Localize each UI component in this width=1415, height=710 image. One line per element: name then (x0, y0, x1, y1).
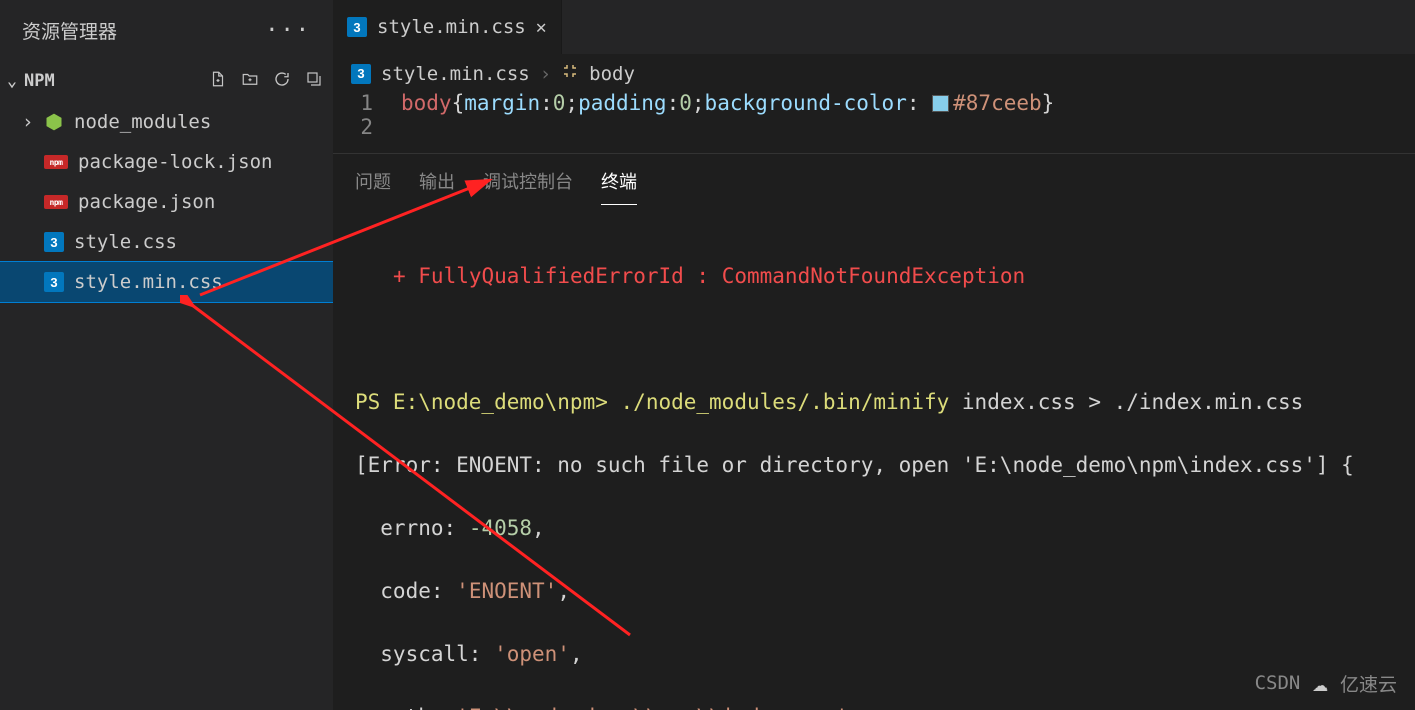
explorer-header: 资源管理器 ··· (0, 0, 333, 60)
tree-item-file-selected[interactable]: 3 style.min.css (0, 262, 333, 302)
more-icon[interactable]: ··· (265, 18, 311, 43)
watermark-text: CSDN (1255, 672, 1301, 694)
tree-item-file[interactable]: 3 style.css (0, 222, 333, 262)
watermark-alt: 亿速云 (1340, 670, 1397, 697)
css3-icon: 3 (44, 272, 64, 292)
editor-line: 1 body{margin:0;padding:0;background-col… (333, 91, 1415, 115)
css3-icon: 3 (44, 232, 64, 252)
tree-item-file[interactable]: package.json (0, 182, 333, 222)
breadcrumb[interactable]: 3 style.min.css › body (333, 54, 1415, 91)
css3-icon: 3 (351, 64, 371, 84)
tree-item-label: style.min.css (74, 271, 223, 293)
tree-item-label: style.css (74, 231, 177, 253)
chevron-right-icon: › (22, 111, 34, 133)
breadcrumb-file: style.min.css (381, 63, 530, 85)
close-icon[interactable]: ✕ (536, 17, 547, 38)
tree-item-label: package-lock.json (78, 151, 272, 173)
tree-item-folder[interactable]: › node_modules (0, 102, 333, 142)
line-number: 2 (333, 115, 401, 139)
tree-item-label: package.json (78, 191, 215, 213)
cloud-icon: ☁ (1312, 668, 1328, 698)
tab-terminal[interactable]: 终端 (601, 168, 637, 205)
chevron-down-icon: ⌄ (4, 71, 20, 91)
line-number: 1 (333, 91, 401, 115)
section-label: NPM (24, 71, 55, 91)
symbol-icon (561, 62, 579, 85)
new-file-icon[interactable] (209, 70, 227, 93)
tab-active[interactable]: 3 style.min.css ✕ (333, 0, 562, 54)
main-area: 3 style.min.css ✕ 3 style.min.css › body… (333, 0, 1415, 710)
terminal[interactable]: + FullyQualifiedErrorId : CommandNotFoun… (333, 205, 1415, 710)
code-editor[interactable]: 1 body{margin:0;padding:0;background-col… (333, 91, 1415, 153)
explorer-sidebar: 资源管理器 ··· ⌄ NPM › no (0, 0, 333, 710)
watermark: CSDN ☁ 亿速云 (1255, 668, 1397, 698)
breadcrumb-symbol: body (589, 63, 635, 85)
chevron-right-icon: › (540, 63, 551, 85)
color-swatch[interactable] (932, 95, 949, 112)
tree-item-file[interactable]: package-lock.json (0, 142, 333, 182)
panel-tabs: 问题 输出 调试控制台 终端 (333, 154, 1415, 205)
terminal-error: + FullyQualifiedErrorId : CommandNotFoun… (355, 264, 1025, 288)
bottom-panel: 问题 输出 调试控制台 终端 + FullyQualifiedErrorId :… (333, 153, 1415, 710)
explorer-title: 资源管理器 (22, 17, 117, 44)
section-header[interactable]: ⌄ NPM (0, 60, 333, 102)
nodejs-icon (44, 112, 64, 132)
refresh-icon[interactable] (273, 70, 291, 93)
tab-output[interactable]: 输出 (419, 168, 455, 205)
file-tree: › node_modules package-lock.json package… (0, 102, 333, 302)
editor-line: 2 (333, 115, 1415, 139)
npm-icon (44, 155, 68, 169)
new-folder-icon[interactable] (241, 70, 259, 93)
collapse-icon[interactable] (305, 70, 323, 93)
tab-debug-console[interactable]: 调试控制台 (483, 168, 573, 205)
tabs-bar: 3 style.min.css ✕ (333, 0, 1415, 54)
css3-icon: 3 (347, 17, 367, 37)
tab-problems[interactable]: 问题 (355, 168, 391, 205)
npm-icon (44, 195, 68, 209)
tab-label: style.min.css (377, 16, 526, 38)
tree-item-label: node_modules (74, 111, 211, 133)
